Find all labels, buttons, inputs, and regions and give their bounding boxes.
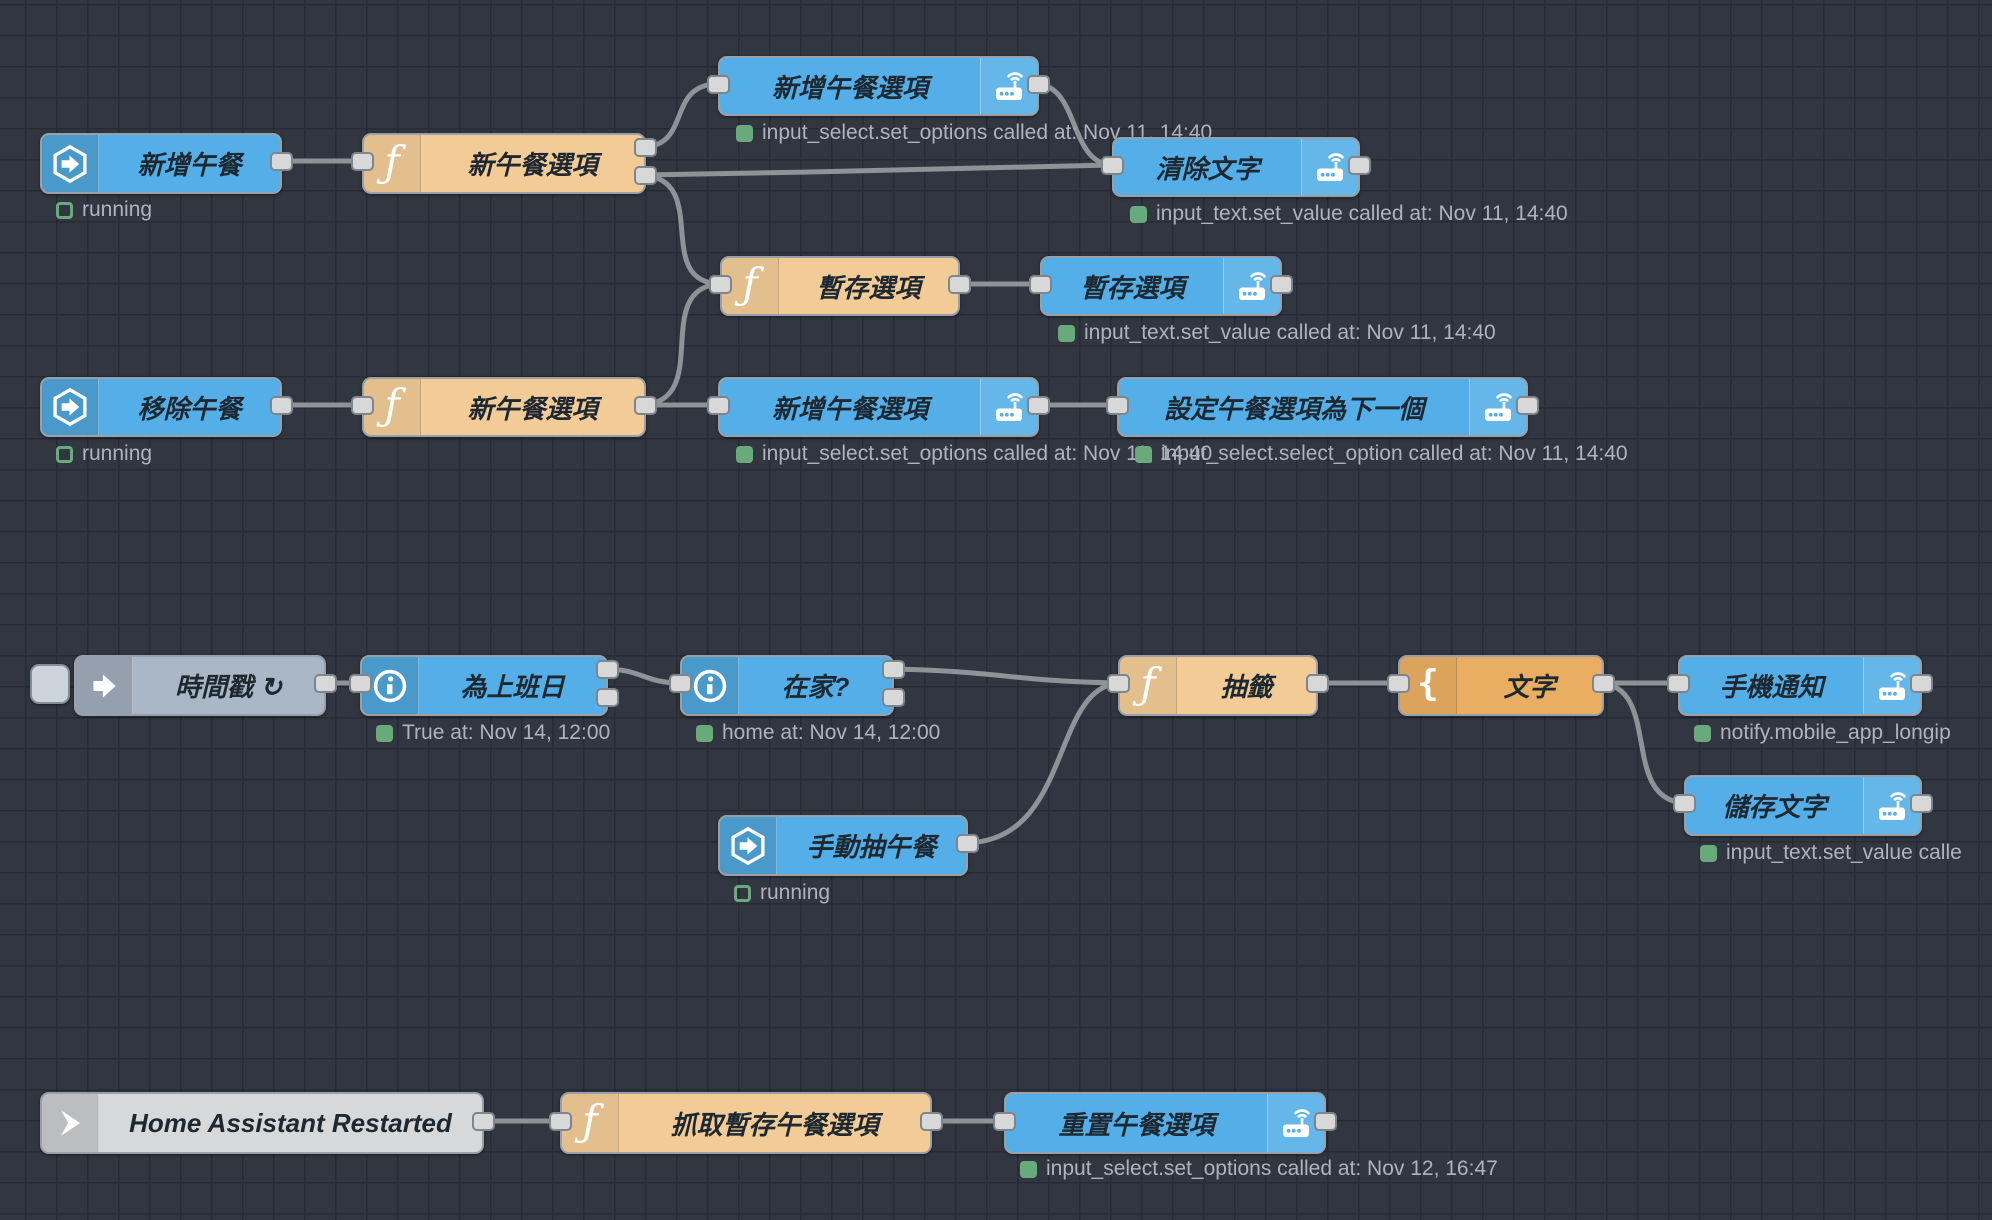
port-output-1[interactable] [920,1112,943,1131]
hex-arrow-icon [42,379,99,435]
port-output-1[interactable] [1270,275,1293,294]
node-label: Home Assistant Restarted [99,1094,482,1152]
port-output-2[interactable] [882,688,905,707]
node-label: 抽籤 [1177,657,1316,714]
port-output-1[interactable] [1306,674,1329,693]
ha-event-icon [42,1094,99,1152]
port-output-1[interactable] [1348,156,1371,175]
port-input[interactable] [1667,674,1690,693]
set-next-lunch-option-service[interactable]: 設定午餐選項為下一個 [1117,377,1528,437]
hex-arrow-icon [720,817,777,874]
port-input[interactable] [351,152,374,171]
is-workday-state[interactable]: 為上班日 [360,655,608,716]
phone-notify-service[interactable]: 手機通知 [1678,655,1922,716]
temp-options-function[interactable]: ƒ暫存選項 [720,256,960,316]
port-output-2[interactable] [634,166,657,185]
port-input[interactable] [1673,794,1696,813]
port-output-1[interactable] [1027,396,1050,415]
port-input[interactable] [549,1112,572,1131]
inject-arrow-icon [76,657,133,714]
inject-button[interactable] [30,664,70,704]
port-input[interactable] [349,674,372,693]
node-label: 新午餐選項 [421,135,644,192]
port-input[interactable] [993,1112,1016,1131]
node-label: 時間戳 ↻ [133,657,324,714]
port-input[interactable] [707,396,730,415]
reset-lunch-options-service[interactable]: 重置午餐選項 [1004,1092,1326,1154]
node-label: 新增午餐選項 [720,58,980,114]
node-label: 儲存文字 [1686,777,1863,834]
node-layer: 新增午餐ƒ新午餐選項新增午餐選項清除文字ƒ暫存選項暫存選項移除午餐ƒ新午餐選項新… [0,0,1992,1220]
remove-lunch-trigger[interactable]: 移除午餐 [40,377,282,437]
node-label: 重置午餐選項 [1006,1094,1267,1152]
node-label: 新增午餐 [99,135,280,192]
ha-restarted-event[interactable]: Home Assistant Restarted [40,1092,484,1154]
port-output-1[interactable] [596,660,619,679]
port-output-1[interactable] [1592,674,1615,693]
add-lunch-trigger[interactable]: 新增午餐 [40,133,282,194]
node-label: 暫存選項 [779,258,958,314]
port-output-1[interactable] [1516,396,1539,415]
node-label: 移除午餐 [99,379,280,435]
port-output-1[interactable] [1910,794,1933,813]
port-output-1[interactable] [956,834,979,853]
node-label: 新增午餐選項 [720,379,980,435]
port-output-1[interactable] [948,275,971,294]
add-lunch-options-service-mid[interactable]: 新增午餐選項 [718,377,1039,437]
at-home-state[interactable]: 在家? [680,655,894,716]
port-input[interactable] [351,396,374,415]
port-output-1[interactable] [270,152,293,171]
add-lunch-options-service-top[interactable]: 新增午餐選項 [718,56,1039,116]
port-input[interactable] [1029,275,1052,294]
port-output-1[interactable] [1910,674,1933,693]
port-input[interactable] [1106,396,1129,415]
draw-lots-function[interactable]: ƒ抽籤 [1118,655,1318,716]
node-label: 清除文字 [1114,139,1301,195]
hex-arrow-icon [42,135,99,192]
port-output-1[interactable] [634,396,657,415]
port-output-1[interactable] [472,1112,495,1131]
port-output-2[interactable] [596,688,619,707]
port-output-1[interactable] [882,660,905,679]
flow-canvas[interactable]: runninginput_select.set_options called a… [0,0,1992,1220]
node-label: 新午餐選項 [421,379,644,435]
node-label: 手機通知 [1680,657,1863,714]
port-input[interactable] [669,674,692,693]
node-label: 抓取暫存午餐選項 [619,1094,930,1152]
port-input[interactable] [1107,674,1130,693]
node-label: 設定午餐選項為下一個 [1119,379,1469,435]
port-output-1[interactable] [314,674,337,693]
node-label: 為上班日 [419,657,606,714]
port-output-1[interactable] [1027,75,1050,94]
port-input[interactable] [1387,674,1410,693]
temp-options-service[interactable]: 暫存選項 [1040,256,1282,316]
port-input[interactable] [707,75,730,94]
node-label: 在家? [739,657,892,714]
timestamp-inject[interactable]: 時間戳 ↻ [74,655,326,716]
node-label: 手動抽午餐 [777,817,966,874]
fetch-temp-lunch-options-function[interactable]: ƒ抓取暫存午餐選項 [560,1092,932,1154]
port-output-1[interactable] [1314,1112,1337,1131]
port-output-1[interactable] [270,396,293,415]
port-output-1[interactable] [634,138,657,157]
clear-text-service[interactable]: 清除文字 [1112,137,1360,197]
save-text-service[interactable]: 儲存文字 [1684,775,1922,836]
text-template[interactable]: {文字 [1398,655,1604,716]
node-label: 文字 [1457,657,1602,714]
port-input[interactable] [1101,156,1124,175]
new-lunch-options-function-2[interactable]: ƒ新午餐選項 [362,377,646,437]
manual-draw-lunch-trigger[interactable]: 手動抽午餐 [718,815,968,876]
new-lunch-options-function-1[interactable]: ƒ新午餐選項 [362,133,646,194]
port-input[interactable] [709,275,732,294]
node-label: 暫存選項 [1042,258,1223,314]
